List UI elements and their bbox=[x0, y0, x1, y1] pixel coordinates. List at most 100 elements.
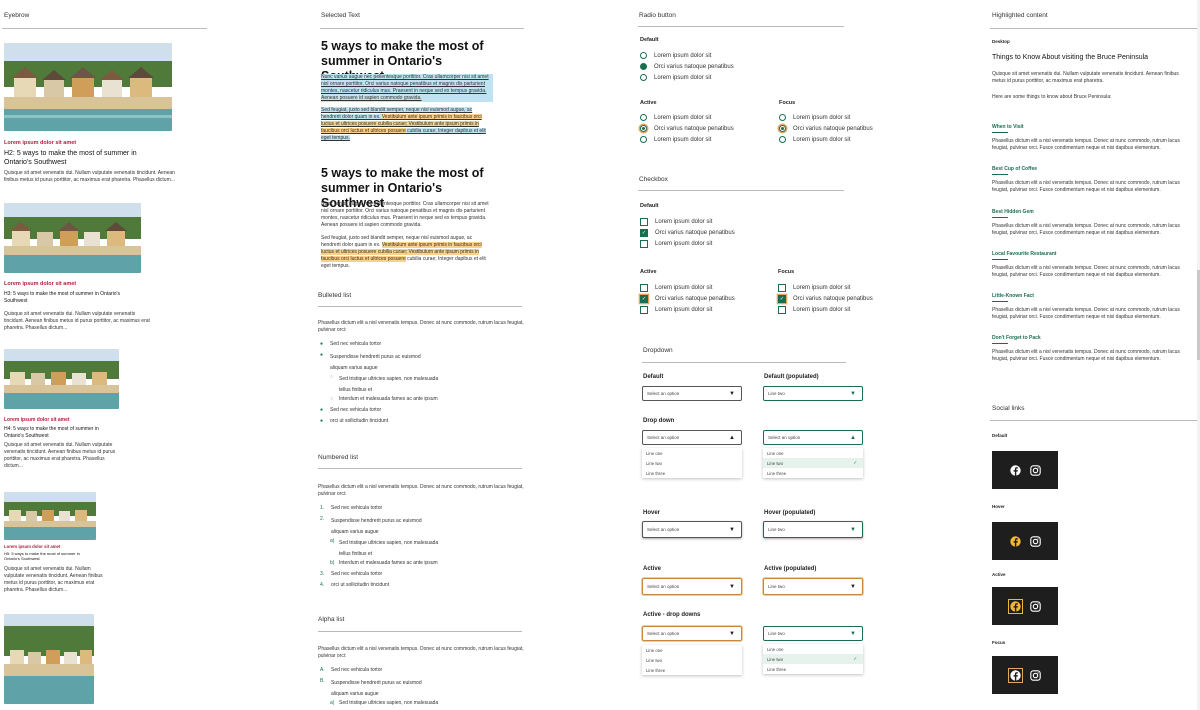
radio-option[interactable]: Lorem ipsum dolor sit bbox=[640, 50, 734, 61]
radio-option[interactable]: Orci varius natoque penatibus bbox=[779, 123, 873, 134]
highlight-title[interactable]: Local Favourite Restaurant bbox=[992, 251, 1197, 257]
checkbox-option[interactable]: ✓ Orci varius natoque penatibus bbox=[640, 227, 735, 238]
section-title: Checkbox bbox=[639, 176, 668, 183]
radio-group-focus: Lorem ipsum dolor sit Orci varius natoqu… bbox=[779, 112, 873, 145]
select-default-populated[interactable]: Line two ▼ bbox=[763, 386, 863, 401]
dropdown-option[interactable]: Line two bbox=[642, 458, 742, 468]
radio-option[interactable]: Lorem ipsum dolor sit bbox=[640, 72, 734, 83]
radio-icon bbox=[640, 52, 647, 59]
highlight-title[interactable]: Best Hidden Gem bbox=[992, 209, 1197, 215]
radio-option[interactable]: Orci varius natoque penatibus bbox=[640, 123, 734, 134]
dropdown-option[interactable]: Line three bbox=[642, 468, 742, 478]
beach-photo bbox=[4, 203, 141, 273]
check-icon: ✓ bbox=[853, 656, 857, 661]
divider bbox=[642, 362, 846, 363]
select-hover-populated[interactable]: Line two ▼ bbox=[763, 521, 863, 538]
beach-photo bbox=[4, 43, 172, 131]
radio-option[interactable]: Orci varius natoque penatibus bbox=[640, 61, 734, 72]
select-open-populated[interactable]: Select an option ▲ bbox=[763, 430, 863, 445]
select-open[interactable]: Select an option ▲ bbox=[642, 430, 742, 445]
dropdown-option-selected[interactable]: Line two ✓ bbox=[763, 458, 863, 468]
radio-icon bbox=[640, 74, 647, 81]
dropdown-menu: Line one Line two ✓ Line three bbox=[763, 644, 863, 674]
viewport-label: Desktop bbox=[992, 39, 1010, 44]
eyebrow-text: Lorem ipsum dolor sit amet bbox=[4, 281, 77, 287]
checkbox-option[interactable]: ✓ Orci varius natoque penatibus bbox=[640, 293, 735, 304]
facebook-icon[interactable] bbox=[1009, 535, 1021, 547]
paragraph: Here are some things to know about Bruce… bbox=[992, 94, 1112, 100]
card-heading[interactable]: H5: 5 ways to make the most of summer in… bbox=[4, 551, 84, 561]
facebook-icon[interactable] bbox=[1009, 464, 1021, 476]
dropdown-option[interactable]: Line one bbox=[763, 644, 863, 654]
dropdown-option[interactable]: Line one bbox=[763, 448, 863, 458]
selected-paragraph[interactable]: Nunc varius augue nec pellentesque portt… bbox=[321, 74, 493, 102]
select-active-populated[interactable]: Line two ▼ bbox=[763, 578, 863, 595]
state-label: Focus bbox=[779, 100, 796, 106]
highlight-title[interactable]: Don't Forget to Pack bbox=[992, 335, 1197, 341]
eyebrow-text: Lorem ipsum dolor sit amet bbox=[4, 544, 61, 549]
highlight-body: Phasellus dictum elit a nisl venenatis t… bbox=[992, 180, 1180, 193]
title-underline bbox=[992, 259, 1008, 260]
select-active[interactable]: Select an option ▼ bbox=[642, 578, 742, 595]
checkbox-option[interactable]: Lorem ipsum dolor sit bbox=[640, 304, 735, 315]
state-label: Active (populated) bbox=[764, 566, 817, 572]
caret-down-icon: ▼ bbox=[850, 390, 856, 397]
state-label: Drop down bbox=[643, 418, 675, 424]
card-heading[interactable]: H3: 5 ways to make the most of summer in… bbox=[4, 291, 124, 304]
checkbox-group-default: Lorem ipsum dolor sit ✓ Orci varius natoq… bbox=[640, 216, 735, 249]
select-active-open[interactable]: Select an option ▼ bbox=[642, 626, 742, 641]
instagram-icon[interactable] bbox=[1029, 464, 1041, 476]
highlight-title[interactable]: Best Cup of Coffee bbox=[992, 166, 1197, 172]
checkbox-option[interactable]: ✓ Orci varius natoque penatibus bbox=[778, 293, 873, 304]
card-heading[interactable]: H2: 5 ways to make the most of summer in… bbox=[4, 149, 144, 167]
instagram-icon[interactable] bbox=[1029, 535, 1041, 547]
radio-option[interactable]: Lorem ipsum dolor sit bbox=[779, 112, 873, 123]
dropdown-option-selected[interactable]: Line two ✓ bbox=[763, 654, 863, 664]
instagram-icon[interactable] bbox=[1029, 600, 1041, 612]
state-label: Hover bbox=[643, 510, 661, 516]
beach-photo bbox=[4, 492, 96, 540]
radio-group-default: Lorem ipsum dolor sit Orci varius natoqu… bbox=[640, 50, 734, 83]
state-label: Active bbox=[640, 100, 657, 106]
caret-down-icon: ▼ bbox=[729, 526, 735, 533]
dropdown-menu: Line one Line two ✓ Line three bbox=[763, 448, 863, 478]
checkbox-option[interactable]: Lorem ipsum dolor sit bbox=[778, 304, 873, 315]
checkbox-option[interactable]: Lorem ipsum dolor sit bbox=[640, 282, 735, 293]
dropdown-option[interactable]: Line two bbox=[642, 655, 742, 665]
select-active-open-populated[interactable]: Line two ▼ bbox=[763, 626, 863, 641]
dropdown-option[interactable]: Line three bbox=[642, 665, 742, 675]
highlight-title[interactable]: When to Visit bbox=[992, 124, 1197, 130]
radio-option[interactable]: Lorem ipsum dolor sit bbox=[640, 134, 734, 145]
social-links-default bbox=[992, 451, 1058, 489]
checkbox-icon bbox=[640, 217, 648, 226]
highlight-title[interactable]: Little-Known Fact bbox=[992, 293, 1197, 299]
select-hover[interactable]: Select an option ▼ bbox=[642, 521, 742, 538]
state-label: Default bbox=[640, 203, 659, 209]
bulleted-list: ● Sed nec vehicula tortor ● Suspendisse he… bbox=[320, 341, 500, 429]
dropdown-option[interactable]: Line one bbox=[642, 448, 742, 458]
caret-down-icon: ▼ bbox=[729, 390, 735, 397]
facebook-icon[interactable] bbox=[1007, 667, 1023, 683]
checkbox-option[interactable]: Lorem ipsum dolor sit bbox=[640, 216, 735, 227]
beach-photo bbox=[4, 614, 94, 704]
bullet-icon: ● bbox=[320, 407, 324, 413]
section-title: Dropdown bbox=[643, 347, 673, 354]
checkbox-option[interactable]: Lorem ipsum dolor sit bbox=[640, 238, 735, 249]
state-label: Focus bbox=[992, 640, 1006, 645]
list-item: ● Sed nec vehicula tortor bbox=[320, 341, 500, 352]
select-default[interactable]: Select an option ▼ bbox=[642, 386, 742, 401]
instagram-icon[interactable] bbox=[1029, 669, 1041, 681]
dropdown-option[interactable]: Line three bbox=[763, 468, 863, 478]
radio-option[interactable]: Lorem ipsum dolor sit bbox=[779, 134, 873, 145]
checkbox-option[interactable]: Lorem ipsum dolor sit bbox=[778, 282, 873, 293]
dropdown-option[interactable]: Line one bbox=[642, 645, 742, 655]
radio-option[interactable]: Lorem ipsum dolor sit bbox=[640, 112, 734, 123]
dropdown-option[interactable]: Line three bbox=[763, 664, 863, 674]
section-title: Bulleted list bbox=[318, 292, 352, 299]
card-heading[interactable]: H4: 5 ways to make the most of summer in… bbox=[4, 426, 104, 439]
divider bbox=[318, 306, 522, 307]
dropdown-menu: Line one Line two Line three bbox=[642, 448, 742, 478]
divider bbox=[318, 468, 522, 469]
facebook-icon[interactable] bbox=[1007, 598, 1023, 614]
selected-paragraph-highlight[interactable]: Sed feugiat, justo sed blandit semper, n… bbox=[321, 107, 493, 142]
